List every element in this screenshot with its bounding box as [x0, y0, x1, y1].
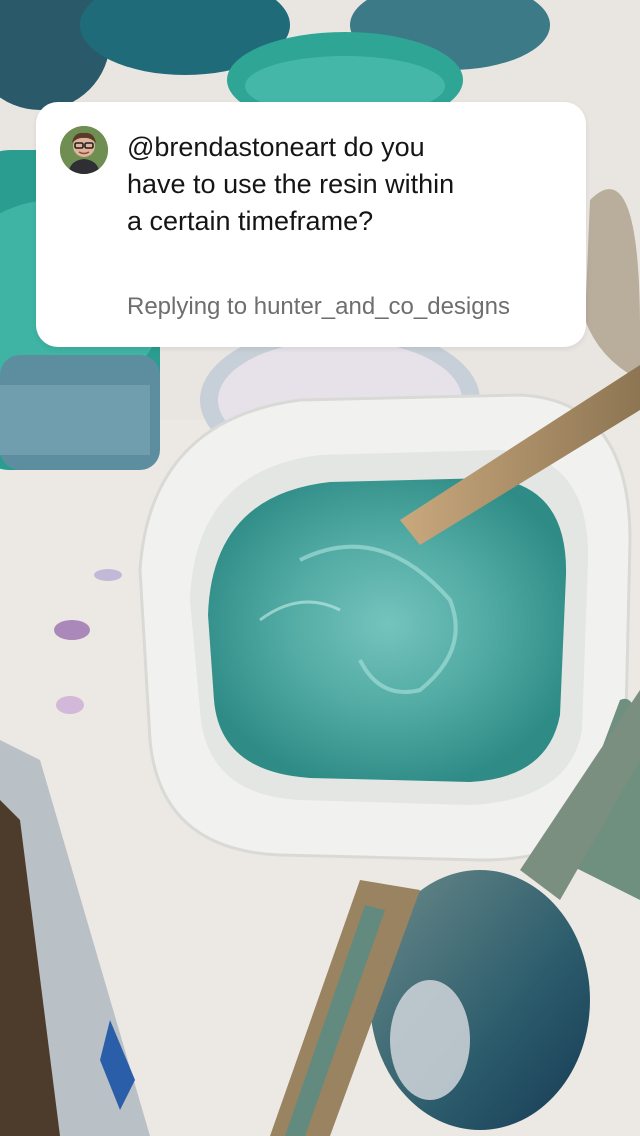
teal-resin: [208, 478, 567, 782]
comment-reply-card[interactable]: @brendastoneart do you have to use the r…: [36, 102, 586, 347]
video-frame: @brendastoneart do you have to use the r…: [0, 0, 640, 1136]
profile-avatar-icon: [60, 126, 108, 174]
comment-question-text: @brendastoneart do you have to use the r…: [127, 132, 455, 236]
replying-to-label: Replying to hunter_and_co_designs: [127, 293, 510, 320]
avatar: [60, 126, 108, 174]
